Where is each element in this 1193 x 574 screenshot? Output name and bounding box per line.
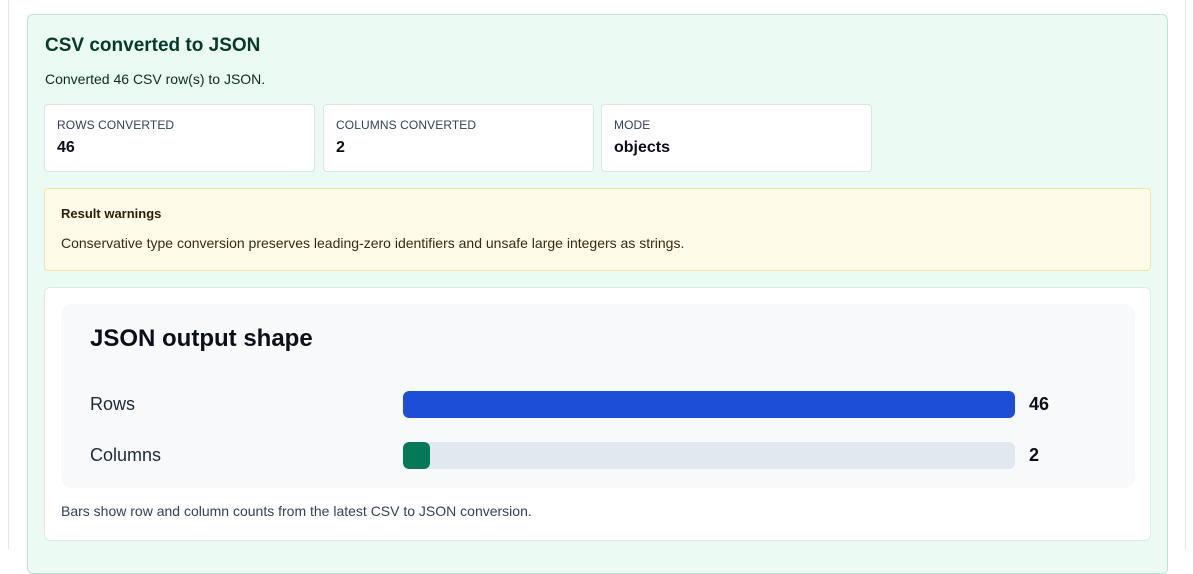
- chart-footnote: Bars show row and column counts from the…: [61, 503, 532, 519]
- stat-label: COLUMNS CONVERTED: [336, 118, 477, 132]
- conversion-result-card: CSV converted to JSON Converted 46 CSV r…: [27, 14, 1168, 574]
- stat-label: ROWS CONVERTED: [57, 118, 175, 132]
- bar-label: Columns: [90, 445, 162, 465]
- bar-track: [403, 442, 1015, 469]
- result-summary: Converted 46 CSV row(s) to JSON.: [45, 71, 266, 87]
- stat-label: MODE: [614, 118, 651, 132]
- stat-rows-converted: ROWS CONVERTED 46: [44, 104, 315, 172]
- chart-panel: JSON output shape Rows 46 Columns 2: [61, 304, 1135, 488]
- chart-title: JSON output shape: [90, 325, 313, 352]
- stat-value: 46: [57, 139, 75, 156]
- bar-label: Rows: [90, 394, 136, 414]
- bar-fill-columns: [403, 442, 430, 469]
- result-title: CSV converted to JSON: [45, 35, 261, 56]
- stat-columns-converted: COLUMNS CONVERTED 2: [323, 104, 594, 172]
- bar-row-columns: Columns 2: [61, 442, 1135, 470]
- warnings-title: Result warnings: [61, 206, 162, 221]
- stat-mode: MODE objects: [601, 104, 872, 172]
- chart-card: JSON output shape Rows 46 Columns 2 Bars…: [44, 287, 1151, 541]
- warnings-text: Conservative type conversion preserves l…: [61, 235, 685, 251]
- stat-value: objects: [614, 139, 671, 156]
- bar-value: 46: [1029, 394, 1050, 414]
- bar-track: [403, 391, 1015, 418]
- bar-value: 2: [1029, 445, 1040, 465]
- bar-fill-rows: [403, 391, 1015, 418]
- bar-row-rows: Rows 46: [61, 391, 1135, 419]
- result-warnings: Result warnings Conservative type conver…: [44, 188, 1151, 271]
- stat-value: 2: [336, 139, 345, 156]
